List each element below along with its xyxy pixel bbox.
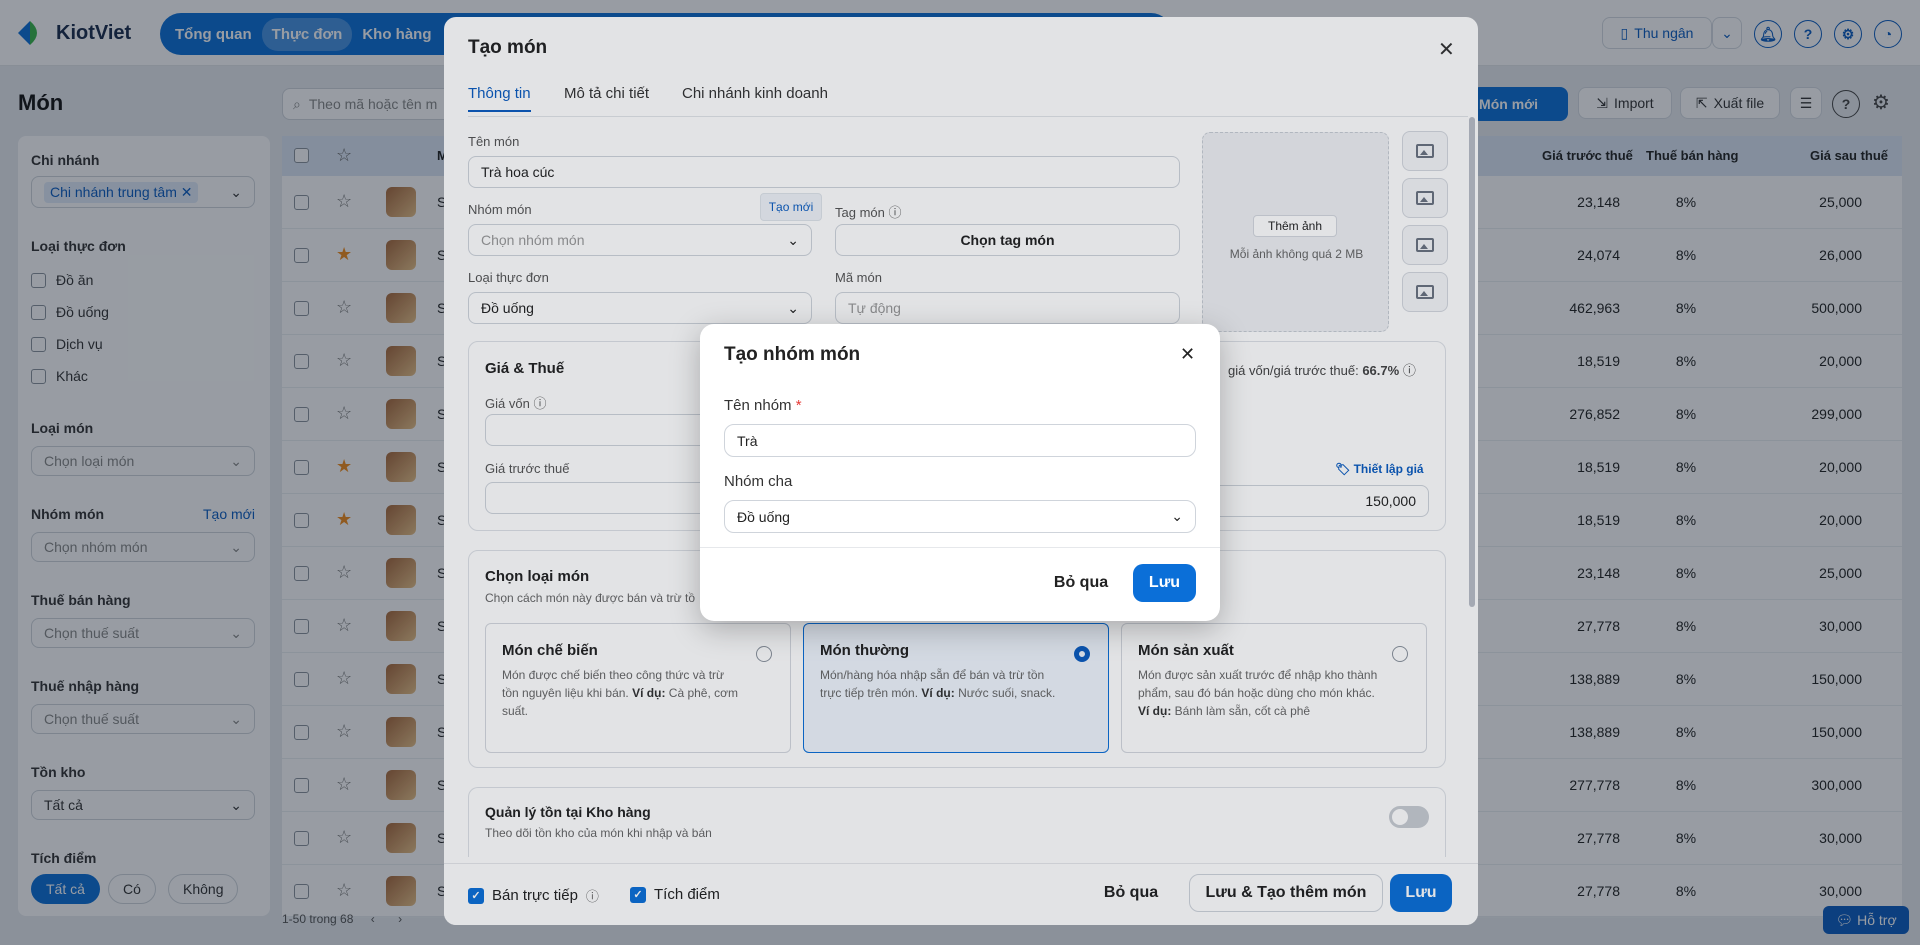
dialog-title: Tạo nhóm món <box>724 344 861 365</box>
dialog-save-button[interactable]: Lưu <box>1133 564 1196 602</box>
parent-group-value: Đồ uống <box>737 508 790 525</box>
dialog-divider <box>700 547 1220 548</box>
parent-group-label: Nhóm cha <box>724 473 793 490</box>
close-icon[interactable]: ✕ <box>1180 344 1195 365</box>
chevron-down-icon: ⌄ <box>1171 508 1183 524</box>
parent-group-select[interactable]: Đồ uống ⌄ <box>724 500 1196 533</box>
dialog-skip-button[interactable]: Bỏ qua <box>1048 564 1114 602</box>
required-mark: * <box>795 397 802 414</box>
group-name-input[interactable]: Trà <box>724 424 1196 457</box>
group-name-value: Trà <box>737 432 758 449</box>
create-group-dialog: Tạo nhóm món ✕ Tên nhóm * Trà Nhóm cha Đ… <box>700 324 1220 621</box>
group-name-label: Tên nhóm * <box>724 397 802 414</box>
group-name-label-text: Tên nhóm <box>724 397 792 414</box>
